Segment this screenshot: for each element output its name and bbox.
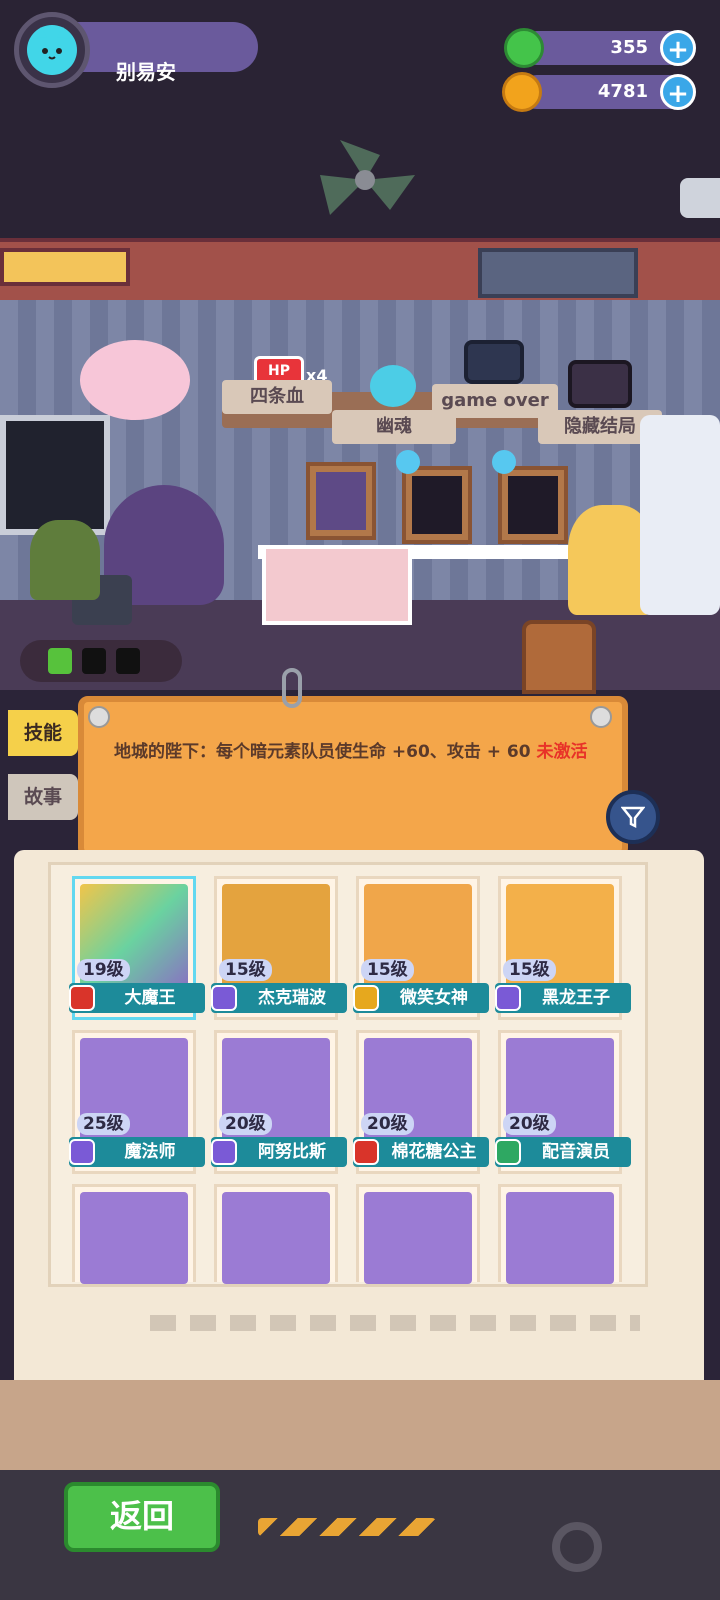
book-edge — [0, 1380, 720, 1470]
character-name: 棉花糖公主 — [391, 1142, 477, 1162]
skill-status: 未激活 — [536, 742, 588, 762]
element-badge-icon — [69, 1139, 95, 1165]
character-card[interactable] — [214, 1184, 338, 1284]
element-badge-icon — [353, 985, 379, 1011]
character-card[interactable]: 15级 黑龙王子 — [495, 876, 631, 1020]
character-name: 大魔王 — [124, 988, 176, 1008]
ghost-skull-icon — [370, 365, 416, 407]
photo-frame-3[interactable] — [498, 466, 568, 544]
skill-notice-board: 地城的陛下：每个暗元素队员使生命 +60、攻击 + 60 未激活 — [78, 696, 628, 858]
sailor-outfit-mannequin — [640, 415, 720, 615]
frame-photo — [316, 472, 366, 530]
character-name: 配音演员 — [542, 1142, 610, 1162]
character-card[interactable]: 25级 魔法师 — [69, 1030, 205, 1174]
room-window — [0, 415, 110, 535]
filter-button[interactable] — [606, 790, 660, 844]
character-level: 15级 — [219, 959, 272, 981]
character-card[interactable] — [498, 1184, 622, 1284]
character-card[interactable]: 20级 阿努比斯 — [211, 1030, 347, 1174]
ghost-display — [478, 248, 638, 298]
character-level: 25级 — [77, 1113, 130, 1135]
element-badge-icon — [495, 1139, 521, 1165]
back-button[interactable]: 返回 — [64, 1482, 220, 1552]
character-portrait — [506, 1192, 614, 1284]
tab-story[interactable]: 故事 — [8, 774, 78, 820]
character-card[interactable]: 15级 杰克瑞波 — [211, 876, 347, 1020]
character-portrait — [222, 1192, 330, 1284]
skill-text: 地城的陛下：每个暗元素队员使生命 +60、攻击 + 60 — [114, 742, 531, 762]
element-badge-icon — [211, 1139, 237, 1165]
character-card[interactable]: 15级 微笑女神 — [353, 876, 489, 1020]
element-badge-icon — [211, 985, 237, 1011]
character-name: 阿努比斯 — [258, 1142, 326, 1162]
cat-avatar-icon — [27, 25, 77, 75]
character-name: 微笑女神 — [400, 988, 468, 1008]
hidden-ending-tv-icon — [568, 360, 632, 408]
fluffy-lamp — [80, 340, 190, 420]
frame-photo — [412, 476, 462, 534]
character-level: 20级 — [503, 1113, 556, 1135]
hazard-stripe — [258, 1518, 436, 1536]
name-band: 魔法师 — [69, 1137, 205, 1167]
character-card[interactable] — [72, 1184, 196, 1284]
name-band: 阿努比斯 — [211, 1137, 347, 1167]
gem-value: 355 — [610, 37, 648, 58]
name-band: 杰克瑞波 — [211, 983, 347, 1013]
energy-bar — [20, 640, 182, 682]
character-card[interactable]: 20级 配音演员 — [495, 1030, 631, 1174]
player-avatar[interactable] — [14, 12, 90, 88]
gear-decoration — [552, 1522, 602, 1572]
character-level: 15级 — [503, 959, 556, 981]
photo-frame-2[interactable] — [402, 466, 472, 544]
name-band: 配音演员 — [495, 1137, 631, 1167]
battery-charged-icon — [48, 648, 72, 674]
new-alert-icon — [492, 450, 516, 474]
frame-photo — [508, 476, 558, 534]
name-band: 微笑女神 — [353, 983, 489, 1013]
name-band: 黑龙王子 — [495, 983, 631, 1013]
add-gems-button[interactable]: + — [660, 30, 696, 66]
skill-description: 地城的陛下：每个暗元素队员使生命 +60、攻击 + 60 未激活 — [114, 738, 604, 767]
character-level: 19级 — [77, 959, 130, 981]
coin-value: 4781 — [597, 81, 648, 102]
shelf-label-four-hp: 四条血 — [222, 380, 332, 414]
character-name: 黑龙王子 — [542, 988, 610, 1008]
tombstone-tv-icon — [464, 340, 524, 384]
pink-desk — [262, 545, 412, 625]
photo-frame-1[interactable] — [306, 462, 376, 540]
radio-device — [0, 248, 130, 286]
character-card[interactable]: 20级 棉花糖公主 — [353, 1030, 489, 1174]
character-level: 20级 — [219, 1113, 272, 1135]
blurred-hint-text — [150, 1315, 640, 1331]
name-band: 棉花糖公主 — [353, 1137, 489, 1167]
character-level: 15级 — [361, 959, 414, 981]
element-badge-icon — [353, 1139, 379, 1165]
battery-empty-icon — [82, 648, 106, 674]
character-card[interactable]: 19级 大魔王 — [69, 876, 205, 1020]
character-name: 杰克瑞波 — [258, 988, 326, 1008]
add-coins-button[interactable]: + — [660, 74, 696, 110]
name-band: 大魔王 — [69, 983, 205, 1013]
gallery-cards-icon[interactable] — [522, 620, 596, 694]
element-badge-icon — [495, 985, 521, 1011]
character-portrait — [80, 1192, 188, 1284]
potted-plant — [30, 520, 100, 600]
side-drawer-handle[interactable] — [680, 178, 720, 218]
green-gem-icon — [504, 28, 544, 68]
character-portrait — [364, 1192, 472, 1284]
funnel-icon — [620, 806, 646, 829]
character-level: 20级 — [361, 1113, 414, 1135]
character-name: 魔法师 — [124, 1142, 176, 1162]
battery-empty-icon — [116, 648, 140, 674]
pin-icon — [88, 706, 110, 728]
character-card[interactable] — [356, 1184, 480, 1284]
tab-skills[interactable]: 技能 — [8, 710, 78, 756]
fan-icon — [320, 140, 415, 215]
pin-icon — [590, 706, 612, 728]
paperclip-icon — [282, 668, 302, 708]
player-name: 别易安 — [116, 60, 176, 84]
new-alert-icon — [396, 450, 420, 474]
element-badge-icon — [69, 985, 95, 1011]
gold-planet-icon — [502, 72, 542, 112]
